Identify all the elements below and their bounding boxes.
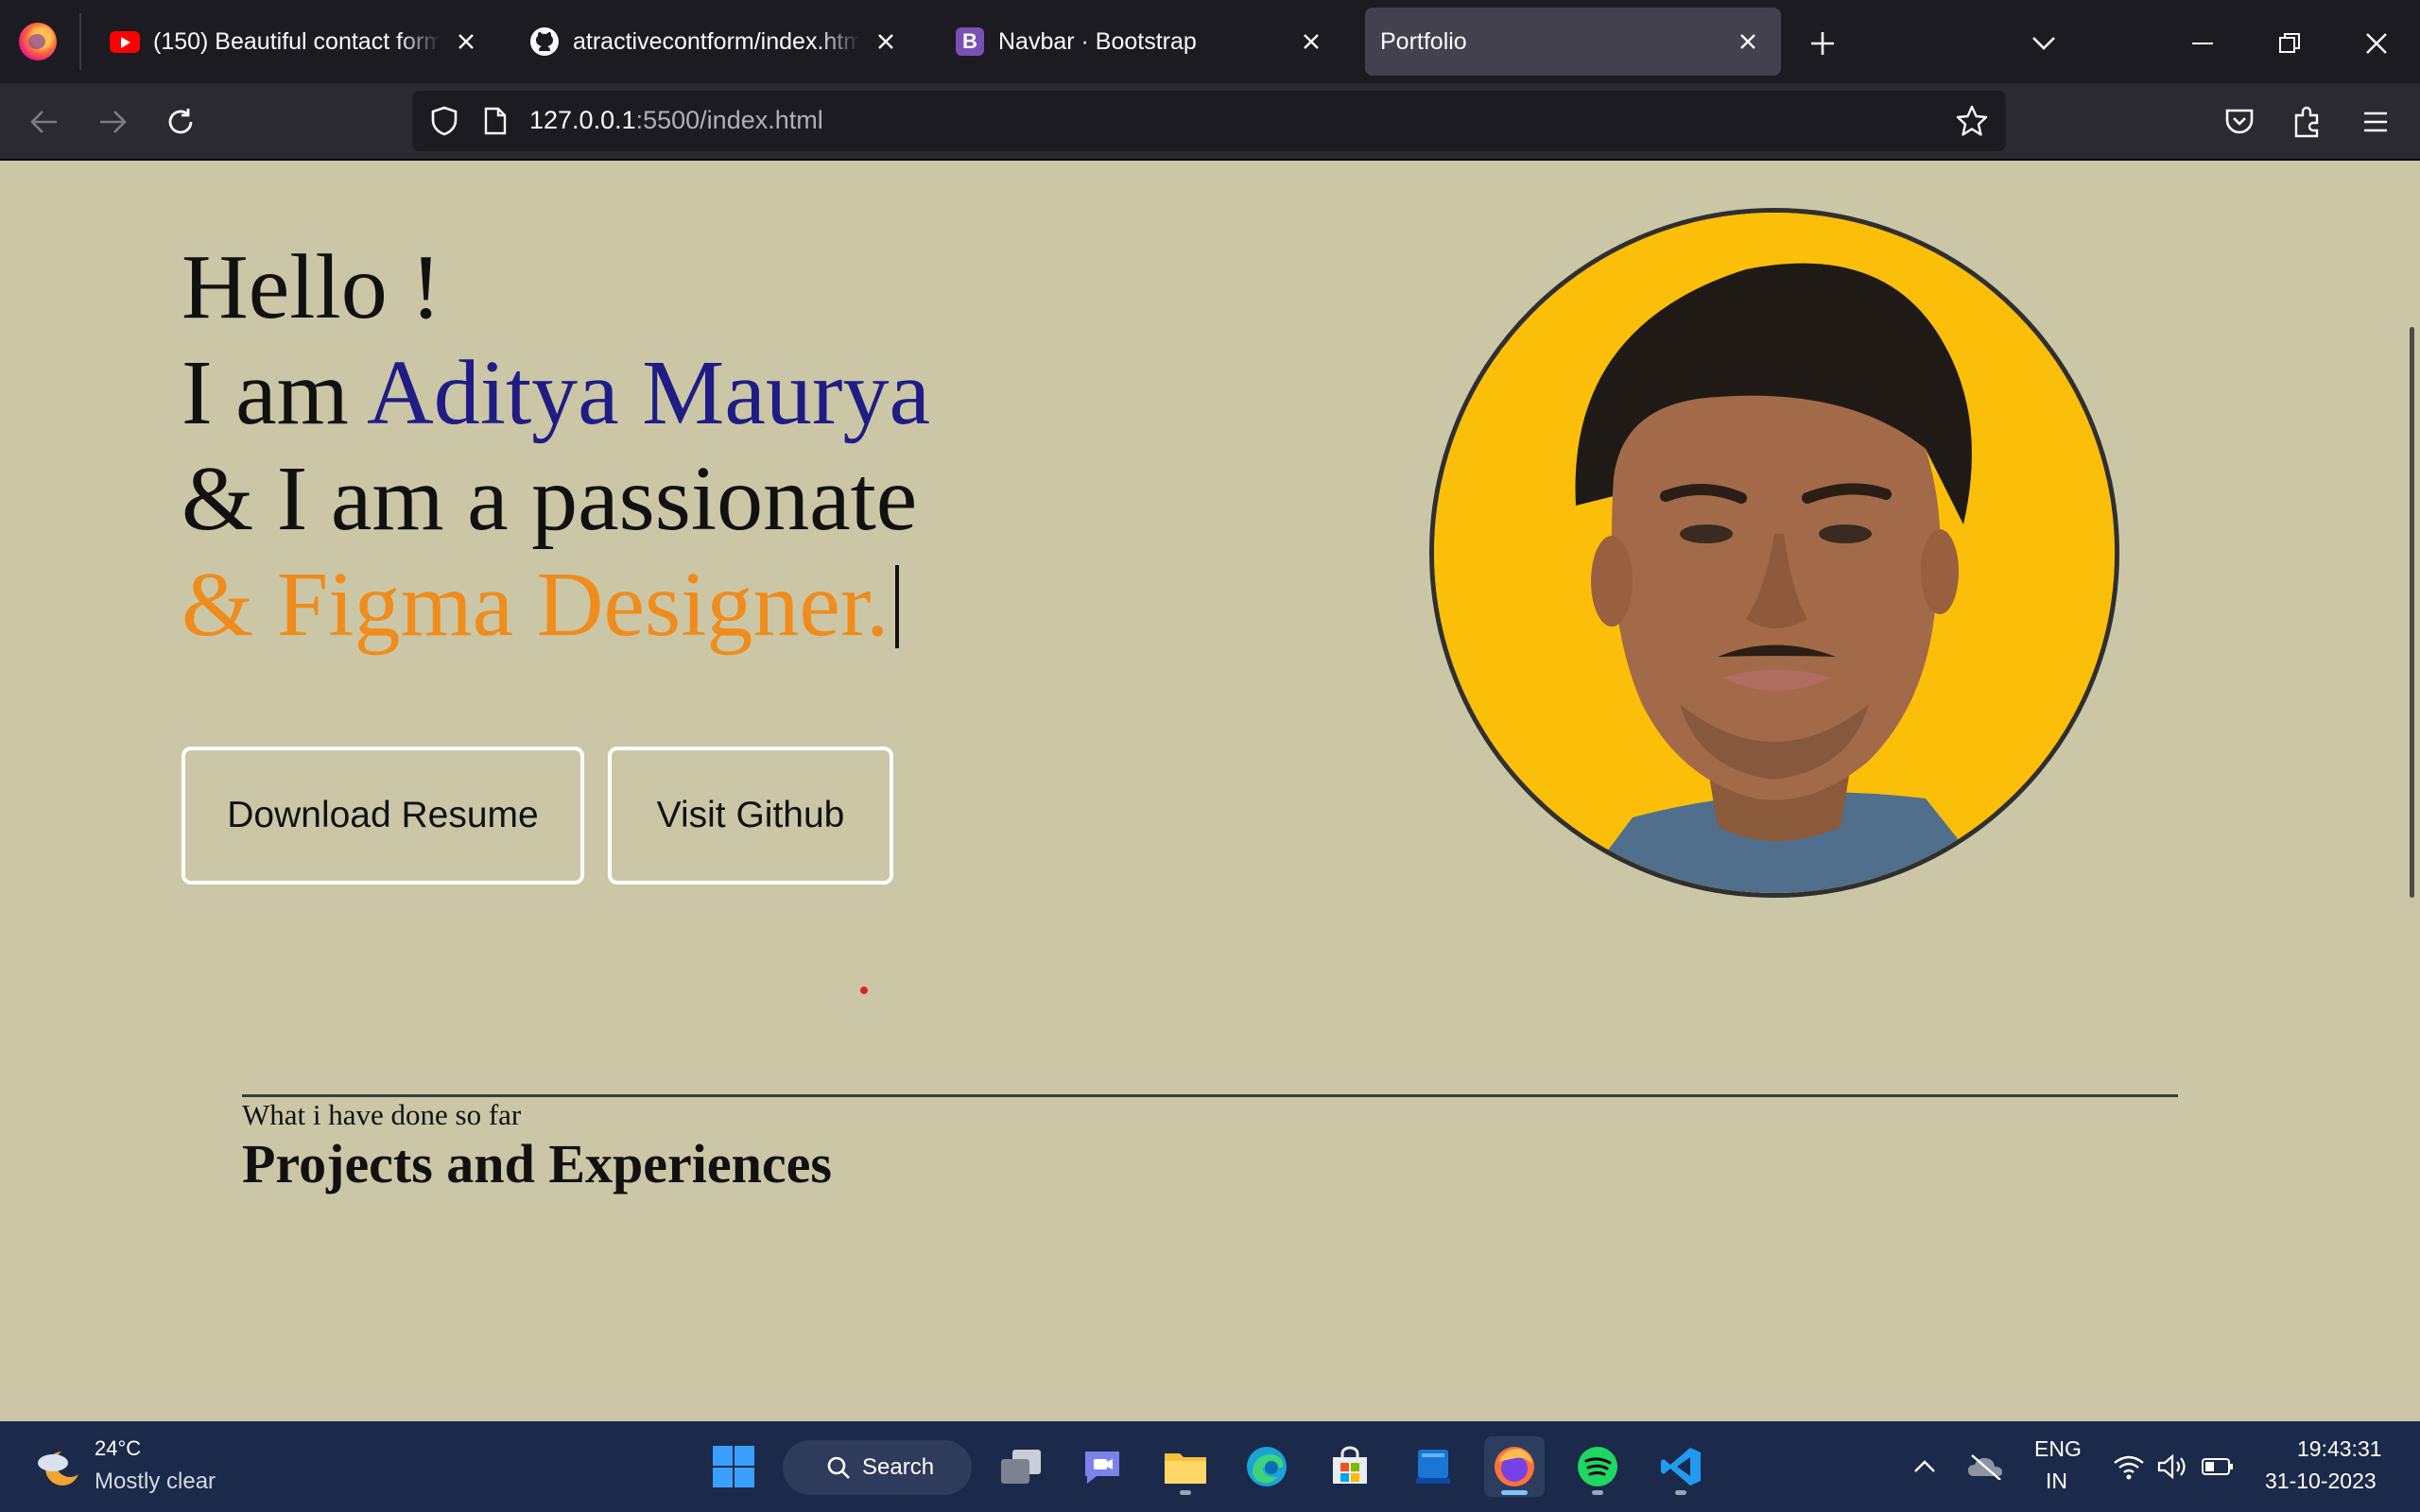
list-tabs-chevron-icon[interactable] <box>2023 23 2065 64</box>
address-bar[interactable]: 127.0.0.1:5500/index.html <box>412 91 2006 151</box>
restore-icon[interactable] <box>2269 23 2310 64</box>
start-windows-icon[interactable] <box>703 1436 764 1497</box>
browser-tab-bar: (150) Beautiful contact form html atract… <box>0 0 2420 83</box>
search-label: Search <box>862 1454 935 1480</box>
running-indicator <box>1501 1490 1528 1495</box>
page-info-icon[interactable] <box>476 102 514 140</box>
tab-github[interactable]: atractivecontform/index.html at main <box>507 8 919 76</box>
tab-title: (150) Beautiful contact form html <box>153 27 441 55</box>
section-title: Projects and Experiences <box>242 1133 832 1194</box>
typing-cursor <box>894 565 899 648</box>
browser-navigation-bar: 127.0.0.1:5500/index.html <box>0 83 2420 161</box>
profile-avatar <box>1429 208 2119 898</box>
tab-title: Portfolio <box>1380 27 1467 55</box>
youtube-icon <box>110 26 140 57</box>
github-icon <box>529 26 560 57</box>
minimize-icon[interactable] <box>2182 23 2223 64</box>
profile-photo <box>1434 213 2115 893</box>
shield-icon[interactable] <box>425 102 463 140</box>
pocket-icon[interactable] <box>2218 100 2261 144</box>
portfolio-page: Hello ! I am Aditya Maurya & I am a pass… <box>0 161 2420 1421</box>
close-tab-icon[interactable] <box>450 26 482 58</box>
url-host: 127.0.0.1 <box>529 106 636 134</box>
microsoft-store-icon[interactable] <box>1320 1436 1380 1497</box>
bookmark-star-icon[interactable] <box>1953 102 1991 140</box>
battery-icon[interactable] <box>2199 1448 2237 1486</box>
search-icon <box>827 1456 850 1479</box>
weather-temperature[interactable]: 24°C <box>95 1436 141 1461</box>
task-view-icon[interactable] <box>991 1436 1051 1497</box>
clock-date[interactable]: 31-10-2023 <box>2265 1469 2377 1494</box>
hero-role-line: & Figma Designer. <box>182 552 930 658</box>
language-indicator-top[interactable]: ENG <box>2034 1436 2082 1462</box>
forward-arrow-icon[interactable] <box>91 100 134 144</box>
close-tab-icon[interactable] <box>870 26 902 58</box>
file-explorer-icon[interactable] <box>1155 1436 1216 1497</box>
hero-line3: & I am a passionate <box>182 448 918 550</box>
hero-name: Aditya Maurya <box>366 342 930 444</box>
hero-intro: I am Aditya Maurya <box>182 340 930 446</box>
windows-taskbar: 24°C Mostly clear Search ENG IN 19:43:31… <box>0 1421 2420 1512</box>
section-divider <box>242 1094 2178 1097</box>
running-indicator <box>1180 1490 1191 1495</box>
show-hidden-icons-chevron-icon[interactable] <box>1906 1448 1944 1486</box>
tab-bootstrap[interactable]: B Navbar · Bootstrap <box>932 8 1344 76</box>
section-subtitle: What i have done so far <box>242 1098 522 1131</box>
url-text[interactable]: 127.0.0.1:5500/index.html <box>529 106 823 135</box>
edge-browser-icon[interactable] <box>1236 1436 1297 1497</box>
url-path: :5500/index.html <box>635 106 823 134</box>
weather-moon-cloud-icon[interactable] <box>32 1440 85 1493</box>
tab-portfolio[interactable]: Portfolio <box>1365 8 1781 76</box>
hamburger-menu-icon[interactable] <box>2354 100 2397 144</box>
running-indicator <box>1675 1490 1686 1495</box>
running-indicator <box>1592 1490 1603 1495</box>
onedrive-offline-icon[interactable] <box>1964 1448 2006 1486</box>
page-scrollbar[interactable] <box>2410 327 2414 898</box>
taskbar-search-button[interactable]: Search <box>783 1440 972 1495</box>
language-indicator-bottom[interactable]: IN <box>2046 1469 2067 1494</box>
firefox-taskbar-icon[interactable] <box>1484 1436 1545 1497</box>
download-resume-button[interactable]: Download Resume <box>182 747 584 885</box>
tab-title: atractivecontform/index.html at main <box>573 27 860 55</box>
firefox-view-icon[interactable] <box>19 23 57 60</box>
spotify-icon[interactable] <box>1567 1436 1628 1497</box>
tab-youtube[interactable]: (150) Beautiful contact form html <box>87 8 499 76</box>
weather-description[interactable]: Mostly clear <box>95 1469 216 1495</box>
blue-app-icon[interactable] <box>1403 1436 1463 1497</box>
back-arrow-icon[interactable] <box>23 100 66 144</box>
hero-typed-role: & Figma Designer. <box>182 554 890 656</box>
visit-github-button[interactable]: Visit Github <box>608 747 893 885</box>
vscode-icon[interactable] <box>1651 1436 1711 1497</box>
close-tab-icon[interactable] <box>1732 26 1764 58</box>
hero-intro-prefix: I am <box>182 342 367 444</box>
volume-icon[interactable] <box>2155 1448 2193 1486</box>
hero-greeting: Hello ! <box>182 236 441 338</box>
bootstrap-icon: B <box>955 26 985 57</box>
tab-title: Navbar · Bootstrap <box>998 27 1197 55</box>
reload-icon[interactable] <box>159 100 202 144</box>
close-window-icon[interactable] <box>2356 23 2397 64</box>
teams-chat-icon[interactable] <box>1072 1436 1132 1497</box>
hero-heading: Hello ! I am Aditya Maurya & I am a pass… <box>182 234 930 658</box>
extensions-icon[interactable] <box>2286 100 2329 144</box>
wifi-icon[interactable] <box>2110 1448 2148 1486</box>
red-dot <box>860 987 868 994</box>
close-tab-icon[interactable] <box>1295 26 1327 58</box>
clock-time[interactable]: 19:43:31 <box>2297 1436 2382 1462</box>
new-tab-icon[interactable] <box>1802 23 1843 64</box>
tab-separator <box>79 13 81 70</box>
